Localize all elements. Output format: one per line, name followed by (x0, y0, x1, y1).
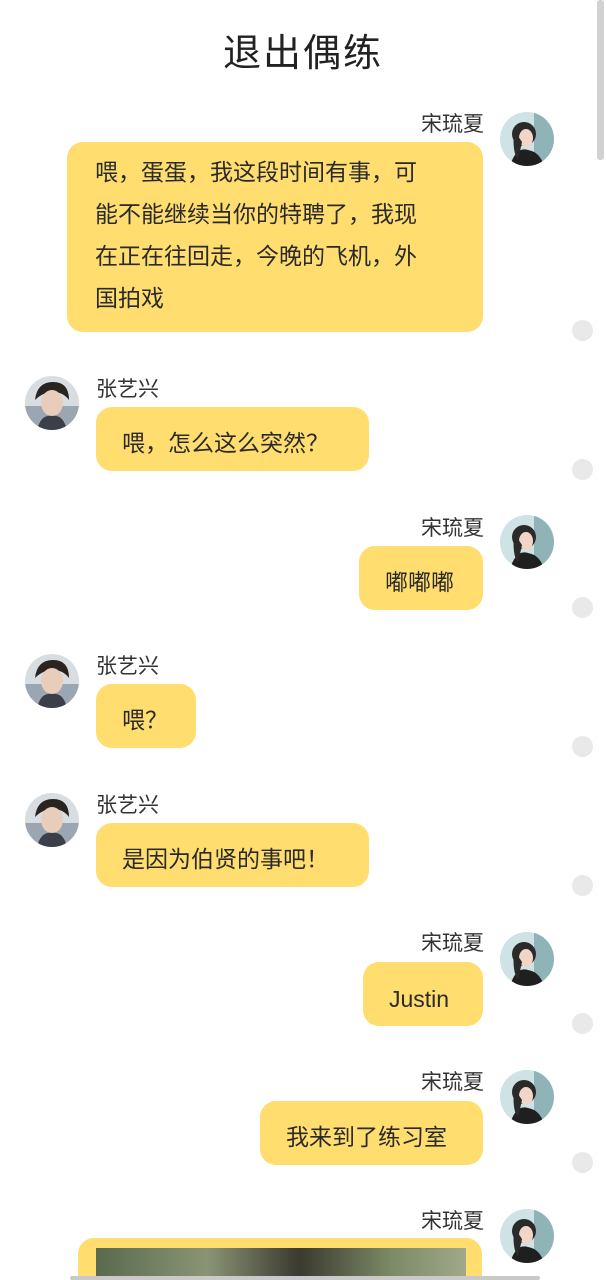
female-avatar-icon[interactable] (500, 112, 554, 166)
message-bubble[interactable]: Justin (363, 962, 483, 1026)
message-line: 在正在往回走，今晚的飞机，外 (95, 244, 417, 270)
message-line: 能不能继续当你的特聘了，我现 (95, 202, 417, 228)
message-bubble[interactable]: 我来到了练习室 (260, 1101, 483, 1165)
message-line: 国拍戏 (95, 286, 164, 312)
female-avatar-icon[interactable] (500, 932, 554, 986)
message-bubble[interactable]: 喂，蛋蛋，我这段时间有事，可 能不能继续当你的特聘了，我现 在正在往回走，今晚的… (67, 142, 483, 332)
message-bubble[interactable]: 喂，怎么这么突然？ (96, 407, 369, 471)
status-dot (572, 459, 593, 480)
male-avatar-icon[interactable] (25, 376, 79, 430)
message-bubble[interactable]: 嘟嘟嘟 (359, 546, 483, 610)
page-title: 退出偶练 (222, 31, 383, 75)
female-avatar-icon[interactable] (500, 1070, 554, 1124)
chat-screen: 退出偶练 宋琉夏 喂，蛋蛋，我这段时间有事，可 能不能继续当你的特聘了，我现 在… (0, 0, 606, 1280)
message-bubble[interactable]: 是因为伯贤的事吧！ (96, 823, 369, 887)
sender-name: 宋琉夏 (421, 1070, 484, 1094)
sender-name: 张艺兴 (96, 654, 159, 678)
status-dot (572, 736, 593, 757)
image-message-bubble[interactable] (78, 1238, 482, 1280)
message-bubble[interactable]: 喂？ (96, 684, 196, 748)
status-dot (572, 1152, 593, 1173)
sender-name: 宋琉夏 (421, 112, 484, 136)
sender-name: 张艺兴 (96, 377, 159, 401)
status-dot (572, 320, 593, 341)
horizontal-scrollbar[interactable] (70, 1276, 540, 1280)
status-dot (572, 597, 593, 618)
status-dot (572, 875, 593, 896)
message-line: 喂，蛋蛋，我这段时间有事，可 (95, 160, 417, 186)
sender-name: 张艺兴 (96, 793, 159, 817)
sender-name: 宋琉夏 (421, 1209, 484, 1233)
female-avatar-icon[interactable] (500, 515, 554, 569)
status-dot (572, 1013, 593, 1034)
sender-name: 宋琉夏 (421, 931, 484, 955)
female-avatar-icon[interactable] (500, 1209, 554, 1263)
sender-name: 宋琉夏 (421, 516, 484, 540)
male-avatar-icon[interactable] (25, 654, 79, 708)
male-avatar-icon[interactable] (25, 793, 79, 847)
vertical-scrollbar[interactable] (597, 0, 604, 160)
